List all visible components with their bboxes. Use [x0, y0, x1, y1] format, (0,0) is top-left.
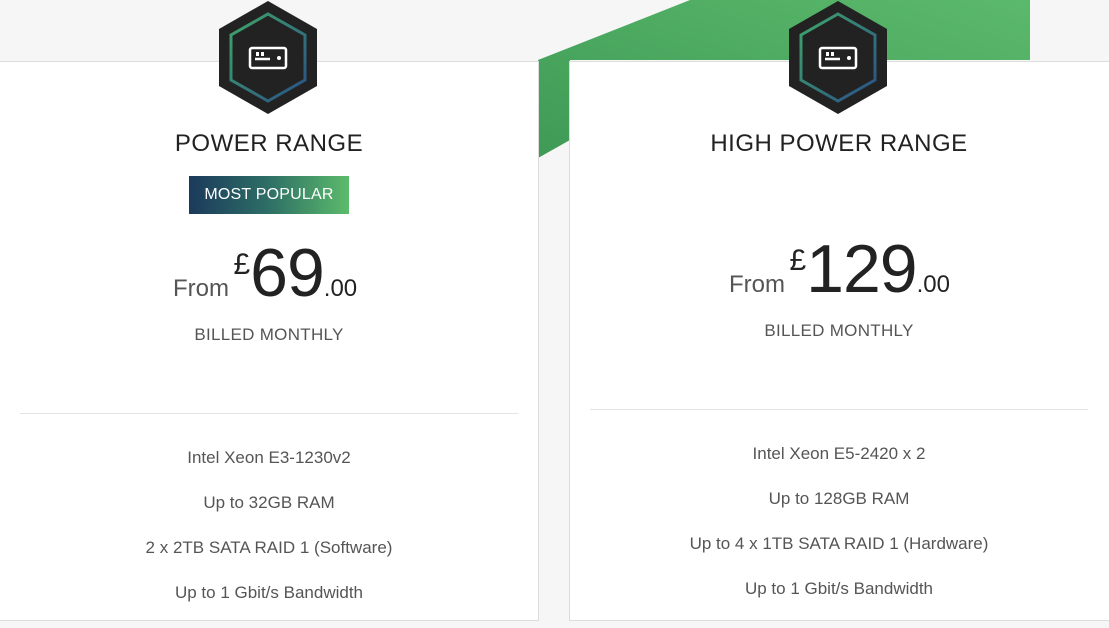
billing-period: BILLED MONTHLY — [764, 321, 914, 340]
divider — [590, 409, 1088, 410]
price: From £129.00 — [729, 230, 950, 308]
plan-title: HIGH POWER RANGE — [710, 130, 968, 157]
price-from-label: From — [173, 275, 229, 302]
feature-item: Intel Xeon E3-1230v2 — [187, 448, 351, 467]
feature-item: Intel Xeon E5-2420 x 2 — [752, 444, 926, 463]
price-cents: .00 — [916, 271, 950, 298]
feature-list: Intel Xeon E5-2420 x 2 Up to 128GB RAM U… — [569, 444, 1109, 624]
feature-item: Up to 1 Gbit/s Bandwidth — [744, 579, 934, 598]
price-amount: 129 — [806, 231, 917, 307]
feature-item: Up to 128GB RAM — [768, 489, 910, 508]
price: From £69.00 — [173, 234, 357, 312]
price-cents: .00 — [323, 275, 358, 302]
server-icon — [788, 0, 888, 115]
feature-item: 2 x 2TB SATA RAID 1 (Software) — [145, 538, 393, 557]
price-currency: £ — [233, 248, 251, 281]
most-popular-badge: MOST POPULAR — [189, 176, 349, 214]
price-currency: £ — [789, 244, 807, 277]
price-amount: 69 — [250, 235, 325, 311]
billing-period: BILLED MONTHLY — [194, 325, 344, 344]
plan-title: POWER RANGE — [174, 130, 364, 157]
feature-item: Up to 32GB RAM — [203, 493, 335, 512]
feature-list: Intel Xeon E3-1230v2 Up to 32GB RAM 2 x … — [0, 448, 538, 628]
divider — [20, 413, 518, 414]
feature-item: Up to 4 x 1TB SATA RAID 1 (Hardware) — [689, 534, 989, 553]
server-icon — [218, 0, 318, 115]
price-from-label: From — [729, 271, 785, 298]
